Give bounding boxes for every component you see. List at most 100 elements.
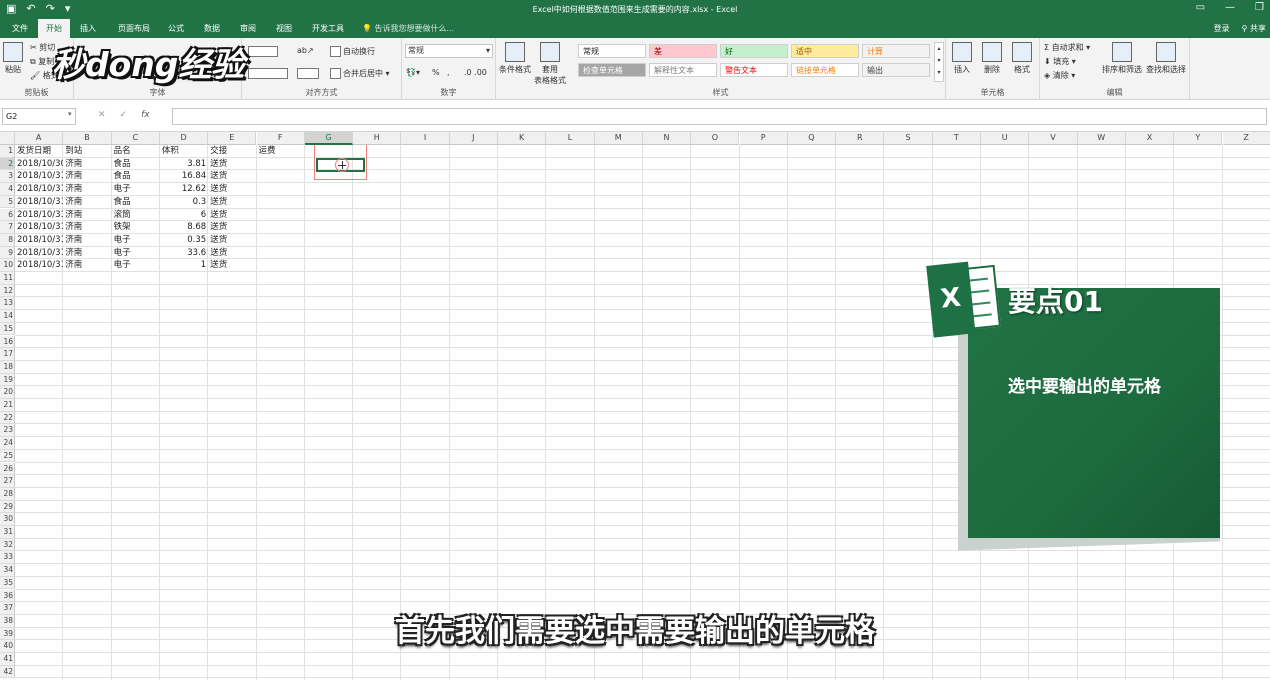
table-cell[interactable]: 送货 [208,183,256,196]
align-top-button[interactable] [248,46,280,57]
percent-button[interactable]: % [432,68,440,77]
orientation-button[interactable]: ab↗ [297,46,314,55]
ribbon-display-icon[interactable]: ▭ [1196,2,1205,13]
row-header-36[interactable]: 36 [0,589,15,603]
table-cell[interactable]: 电子 [112,259,160,272]
cell-header[interactable]: 体积 [160,145,208,158]
column-header-R[interactable]: R [836,132,885,145]
gallery-scroll[interactable]: ▴ ▾ ▾ [934,42,944,82]
table-cell[interactable]: 12.62 [160,183,208,196]
table-cell[interactable]: 济南 [63,158,111,171]
column-header-F[interactable]: F [256,132,305,145]
copy-button[interactable]: ⧉ 复制 [30,56,54,67]
table-cell[interactable]: 济南 [63,196,111,209]
row-header-19[interactable]: 19 [0,373,15,387]
restore-icon[interactable]: ❐ [1255,2,1264,13]
column-header-B[interactable]: B [63,132,112,145]
select-all-corner[interactable] [0,132,15,145]
table-cell[interactable]: 食品 [112,170,160,183]
table-cell[interactable]: 送货 [208,234,256,247]
table-cell[interactable]: 滚筒 [112,209,160,222]
table-cell[interactable]: 0.35 [160,234,208,247]
column-header-Y[interactable]: Y [1174,132,1223,145]
column-header-Q[interactable]: Q [787,132,837,145]
number-format-select[interactable]: 常规 ▾ [405,44,493,58]
tab-8[interactable]: 开发工具 [304,19,352,38]
row-header-8[interactable]: 8 [0,233,15,247]
currency-button[interactable]: 💱▾ [406,68,420,77]
column-header-Z[interactable]: Z [1222,132,1270,145]
comma-button[interactable]: , [447,68,450,77]
row-header-22[interactable]: 22 [0,411,15,425]
row-header-18[interactable]: 18 [0,360,15,374]
fill-button[interactable]: ⬇ 填充 ▾ [1044,56,1076,67]
table-cell[interactable]: 送货 [208,158,256,171]
column-header-N[interactable]: N [642,132,692,145]
indent-button[interactable] [297,68,321,79]
column-header-E[interactable]: E [208,132,257,145]
cell-style-6[interactable]: 解释性文本 [649,63,717,77]
row-header-13[interactable]: 13 [0,297,15,311]
row-header-42[interactable]: 42 [0,665,15,679]
table-cell[interactable]: 8.68 [160,221,208,234]
table-cell[interactable]: 2018/10/31 [15,247,63,260]
cell-style-4[interactable]: 计算 [862,44,930,58]
table-cell[interactable]: 济南 [63,234,111,247]
clear-button[interactable]: ◈ 清除 ▾ [1044,70,1075,81]
table-cell[interactable]: 铁架 [112,221,160,234]
align-left-button[interactable] [248,68,290,79]
table-cell[interactable]: 2018/10/31 [15,170,63,183]
row-header-27[interactable]: 27 [0,475,15,488]
table-cell[interactable]: 食品 [112,158,160,171]
column-header-X[interactable]: X [1125,132,1175,145]
column-header-T[interactable]: T [932,132,981,145]
table-cell[interactable]: 送货 [208,221,256,234]
table-cell[interactable]: 2018/10/31 [15,221,63,234]
conditional-format-button[interactable]: 条件格式 [499,42,531,75]
row-header-14[interactable]: 14 [0,310,15,323]
table-cell[interactable]: 2018/10/31 [15,196,63,209]
table-cell[interactable]: 0.3 [160,196,208,209]
row-header-17[interactable]: 17 [0,348,15,361]
row-header-10[interactable]: 10 [0,259,15,272]
table-cell[interactable]: 济南 [63,209,111,222]
table-cell[interactable]: 6 [160,209,208,222]
share-button[interactable]: ⚲ 共享 [1242,19,1266,38]
sort-filter-button[interactable]: 排序和筛选 [1102,42,1142,75]
table-cell[interactable]: 2018/10/31 [15,234,63,247]
row-header-41[interactable]: 41 [0,653,15,666]
row-header-28[interactable]: 28 [0,487,15,501]
column-header-D[interactable]: D [159,132,209,145]
row-header-1[interactable]: 1 [0,145,15,158]
format-cells-button[interactable]: 格式 [1012,42,1032,75]
table-cell[interactable]: 2018/10/31 [15,183,63,196]
row-header-21[interactable]: 21 [0,399,15,412]
row-header-3[interactable]: 3 [0,170,15,184]
row-header-4[interactable]: 4 [0,183,15,196]
table-cell[interactable]: 电子 [112,183,160,196]
row-header-11[interactable]: 11 [0,272,15,285]
column-header-O[interactable]: O [691,132,740,145]
cell-style-7[interactable]: 警告文本 [720,63,788,77]
name-box[interactable]: G2 [2,108,76,125]
table-cell[interactable]: 1 [160,259,208,272]
cell-style-0[interactable]: 常规 [578,44,646,58]
row-header-9[interactable]: 9 [0,246,15,260]
tab-1[interactable]: 开始 [38,19,70,38]
find-select-button[interactable]: 查找和选择 [1146,42,1186,75]
table-cell[interactable]: 16.84 [160,170,208,183]
column-header-J[interactable]: J [449,132,498,145]
table-cell[interactable]: 2018/10/31 [15,209,63,222]
table-cell[interactable]: 2018/10/30 [15,158,63,171]
cell-header[interactable]: 到站 [63,145,111,158]
wrap-text-button[interactable]: 自动换行 [330,46,375,57]
table-cell[interactable]: 济南 [63,247,111,260]
formula-input[interactable] [172,108,1267,125]
table-cell[interactable]: 电子 [112,234,160,247]
autosum-button[interactable]: Σ 自动求和 ▾ [1044,42,1090,53]
login-link[interactable]: 登录 [1214,19,1230,38]
cell-header[interactable]: 发货日期 [15,145,63,158]
column-header-M[interactable]: M [594,132,643,145]
row-header-24[interactable]: 24 [0,437,15,450]
function-icon[interactable]: fx [141,110,150,120]
